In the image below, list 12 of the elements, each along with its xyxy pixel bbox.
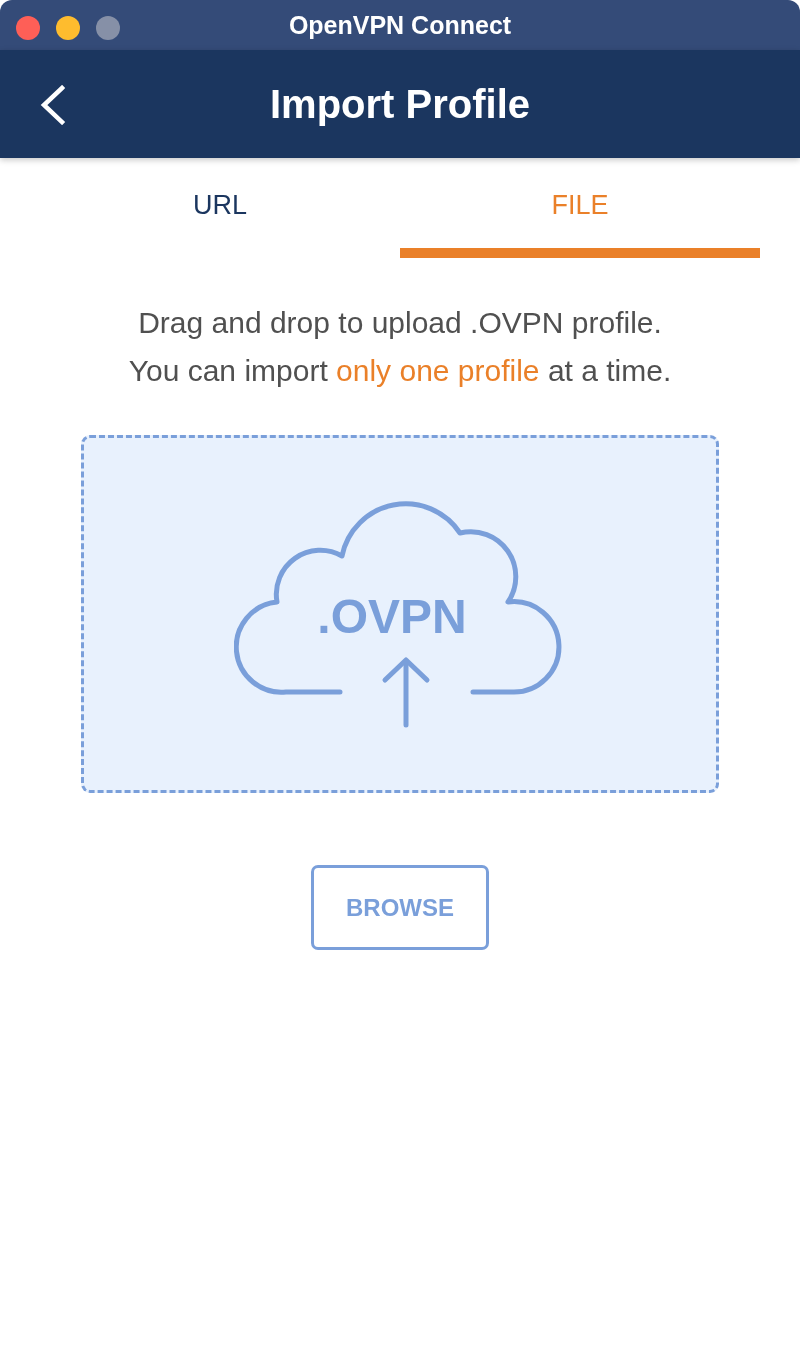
chevron-left-icon[interactable] xyxy=(40,85,66,125)
minimize-button[interactable] xyxy=(56,16,80,40)
window-title: OpenVPN Connect xyxy=(288,10,512,40)
page-title: Import Profile xyxy=(270,81,530,128)
drop-zone[interactable]: .OVPN xyxy=(81,435,719,793)
browse-button[interactable]: BROWSE xyxy=(311,865,489,950)
tab[interactable]: URL xyxy=(40,158,400,258)
instruction-text: Drag and drop to upload .OVPN profile. xyxy=(137,305,663,341)
close-button[interactable] xyxy=(16,16,40,40)
tab[interactable]: FILE xyxy=(400,158,760,258)
instruction-text: You can import only one profile at a time. xyxy=(127,353,673,389)
file-type-label: .OVPN xyxy=(317,593,467,641)
